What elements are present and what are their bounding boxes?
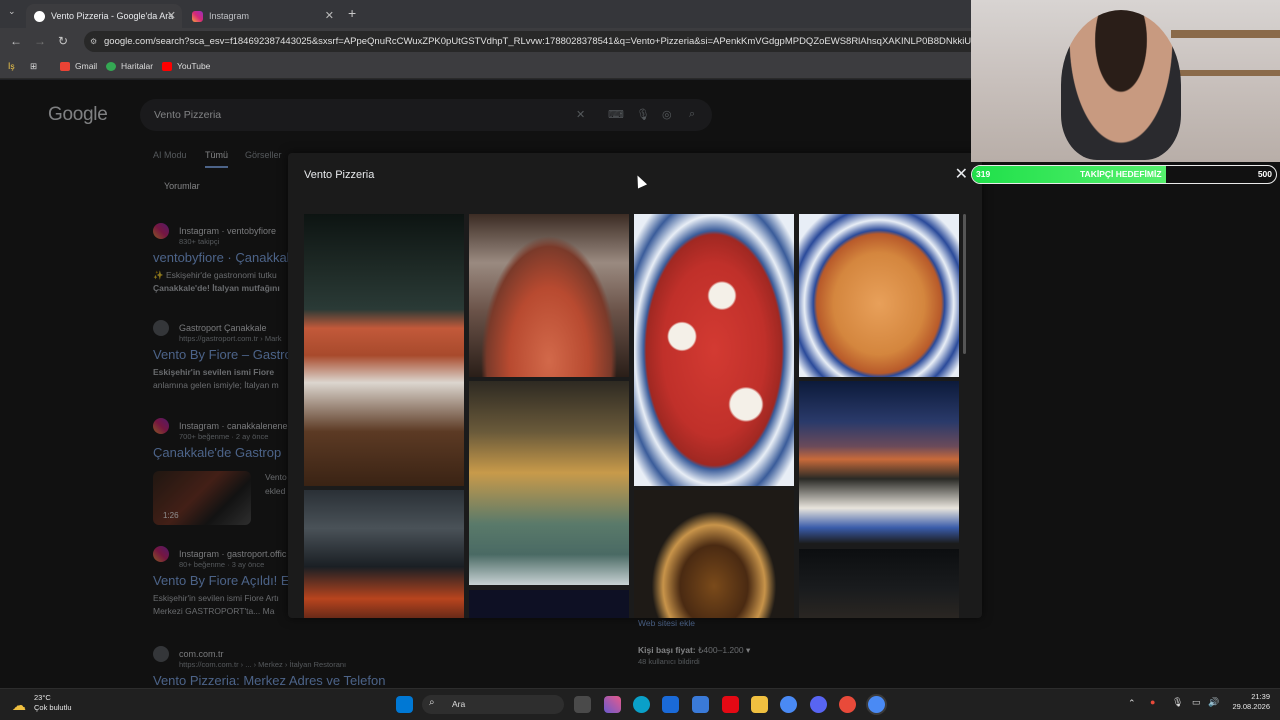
gallery-image-terrace-sunset[interactable] — [799, 381, 959, 544]
gallery-image-pepperoni-pizza[interactable] — [799, 214, 959, 377]
modal-title: Vento Pizzeria — [304, 169, 375, 181]
image-gallery-modal: Vento Pizzeria ✕ — [288, 153, 982, 618]
bookmark-gmail[interactable]: Gmail — [60, 61, 97, 71]
start-icon[interactable] — [396, 696, 413, 713]
bookmark-label: Haritalar — [121, 61, 154, 71]
bookmark-youtube[interactable]: YouTube — [162, 61, 210, 71]
tab-label: Vento Pizzeria - Google'da Ara — [51, 11, 174, 21]
microphone-tray-icon[interactable]: 🎙 — [1172, 697, 1183, 708]
network-icon[interactable]: ▭ — [1192, 697, 1201, 708]
gmail-icon — [60, 61, 70, 71]
bookmark-is[interactable]: İş — [8, 61, 15, 71]
task-view-icon[interactable] — [574, 696, 591, 713]
store-icon[interactable] — [662, 696, 679, 713]
chrome-icon[interactable] — [780, 696, 797, 713]
google-favicon-icon — [34, 10, 45, 22]
goal-label: TAKİPÇİ HEDEFİMİZ — [1080, 169, 1162, 179]
gallery-image-pizza-dough[interactable] — [469, 214, 629, 377]
bookmark-label: YouTube — [177, 61, 211, 71]
forward-icon[interactable]: → — [34, 34, 46, 48]
youtube-icon — [162, 61, 172, 71]
gallery-image-pizza-burrata[interactable] — [634, 214, 794, 486]
close-icon[interactable]: ✕ — [955, 164, 968, 184]
edge-icon[interactable] — [633, 696, 650, 713]
gallery-image-dark[interactable] — [469, 590, 629, 618]
bookmark-label: Gmail — [75, 61, 98, 71]
reload-icon[interactable]: ↻ — [58, 34, 68, 48]
follower-goal-bar: 319 TAKİPÇİ HEDEFİMİZ 500 — [971, 165, 1277, 184]
volume-icon[interactable]: 🔊 — [1208, 697, 1219, 708]
gallery-image-ceiling[interactable] — [304, 490, 464, 618]
back-icon[interactable]: ← — [10, 34, 22, 48]
chrome-active-icon[interactable] — [868, 696, 885, 713]
copilot-icon[interactable] — [604, 696, 621, 713]
tab-list-icon[interactable]: ⌄ — [8, 6, 16, 17]
streamer — [1061, 10, 1181, 160]
goal-target: 500 — [1257, 169, 1272, 179]
tab-label: Instagram — [209, 11, 250, 21]
system-clock[interactable]: 21:39 29.08.2026 — [1228, 692, 1270, 712]
bookmark-maps[interactable]: Haritalar — [106, 61, 153, 71]
url-text: google.com/search?sca_esv=f1846923874430… — [104, 36, 1026, 47]
close-tab-icon[interactable]: ✕ — [167, 9, 176, 22]
gallery-image-drinks[interactable] — [799, 549, 959, 618]
netflix-icon[interactable] — [722, 696, 739, 713]
search-icon: ⌕ — [429, 697, 435, 708]
site-info-icon[interactable]: ⚙ — [90, 37, 97, 46]
weather-icon[interactable]: ☁ — [12, 697, 26, 714]
instagram-favicon-icon — [192, 10, 203, 22]
apps-grid-icon[interactable]: ⊞ — [30, 61, 37, 72]
shelf — [1171, 70, 1280, 76]
app-icon[interactable] — [839, 696, 856, 713]
tab-google-search[interactable]: Vento Pizzeria - Google'da Ara ✕ — [26, 4, 182, 28]
outlook-icon[interactable] — [692, 696, 709, 713]
tray-chevron-icon[interactable]: ⌃ — [1128, 698, 1136, 709]
close-tab-icon[interactable]: ✕ — [325, 9, 334, 22]
goal-current: 319 — [976, 169, 991, 179]
weather-widget[interactable]: 23°C Çok bulutlu — [34, 693, 72, 713]
maps-icon — [106, 61, 116, 71]
bookmark-label: İş — [8, 61, 15, 71]
file-explorer-icon[interactable] — [751, 696, 768, 713]
shelf — [1171, 30, 1280, 38]
webcam-overlay — [971, 0, 1280, 162]
new-tab-button[interactable]: + — [348, 5, 356, 21]
gallery-image-open-kitchen[interactable] — [469, 381, 629, 585]
tray-app-icon[interactable]: ● — [1150, 697, 1155, 707]
gallery-image-pasta[interactable] — [634, 490, 794, 618]
discord-icon[interactable] — [810, 696, 827, 713]
gallery-image-restaurant-interior[interactable] — [304, 214, 464, 486]
modal-scrollbar[interactable] — [963, 214, 966, 354]
tab-instagram[interactable]: Instagram ✕ — [184, 4, 340, 28]
taskbar-search[interactable]: Ara — [422, 695, 564, 714]
